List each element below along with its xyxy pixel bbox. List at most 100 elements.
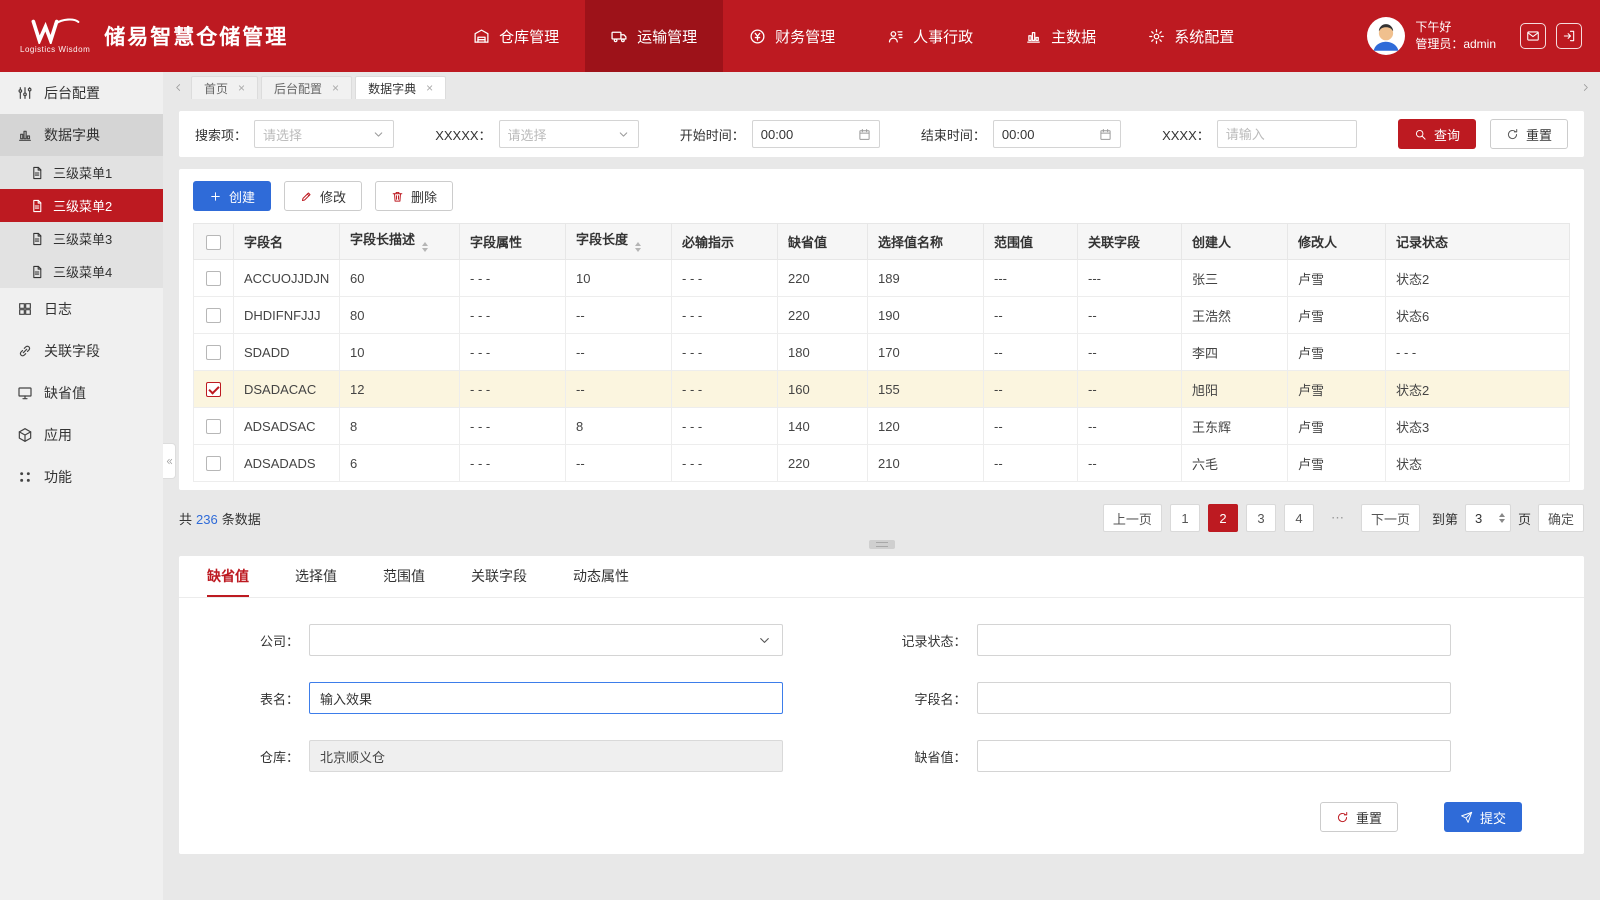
sidebar-item-submenu-4[interactable]: 三级菜单4	[0, 255, 163, 288]
nav-item-system-config[interactable]: 系统配置	[1122, 0, 1260, 72]
goto-page-input[interactable]: 3	[1465, 504, 1511, 532]
logout-button[interactable]	[1556, 23, 1582, 49]
close-icon[interactable]: ×	[332, 81, 339, 95]
tab-home[interactable]: 首页 ×	[191, 76, 258, 99]
nav-item-finance[interactable]: 财务管理	[723, 0, 861, 72]
page-button-1[interactable]: 1	[1170, 504, 1200, 532]
row-checkbox[interactable]	[206, 456, 221, 471]
sidebar-item-submenu-2[interactable]: 三级菜单2	[0, 189, 163, 222]
close-icon[interactable]: ×	[426, 81, 433, 95]
column-header[interactable]: 必输指示	[672, 224, 778, 260]
tab-data-dictionary[interactable]: 数据字典 ×	[355, 76, 446, 99]
tab-backend-config[interactable]: 后台配置 ×	[261, 76, 352, 99]
column-header[interactable]: 创建人	[1182, 224, 1288, 260]
select-all-checkbox[interactable]	[206, 235, 221, 250]
sidebar-collapse-button[interactable]	[163, 443, 176, 479]
page-button-⋯[interactable]: ⋯	[1322, 504, 1353, 532]
sidebar: 后台配置 数据字典 三级菜单1 三级菜单2 三级菜单3 三级菜单4 日志 关联字…	[0, 72, 163, 900]
column-header[interactable]: 选择值名称	[868, 224, 984, 260]
field-name-input[interactable]	[977, 682, 1451, 714]
tabs-scroll-left[interactable]	[169, 76, 187, 99]
column-header[interactable]: 字段名	[234, 224, 340, 260]
nav-item-hr[interactable]: 人事行政	[861, 0, 999, 72]
spinner-carets-icon[interactable]	[1499, 510, 1505, 526]
calendar-icon[interactable]	[858, 128, 871, 141]
row-checkbox[interactable]	[206, 308, 221, 323]
sidebar-item-submenu-3[interactable]: 三级菜单3	[0, 222, 163, 255]
column-header[interactable]: 记录状态	[1386, 224, 1570, 260]
page-button-3[interactable]: 3	[1246, 504, 1276, 532]
edit-button[interactable]: 修改	[284, 181, 362, 211]
form-reset-button[interactable]: 重置	[1320, 802, 1398, 832]
create-button[interactable]: 创建	[193, 181, 271, 211]
sidebar-item-data-dictionary[interactable]: 数据字典	[0, 114, 163, 156]
doc-icon	[30, 232, 44, 246]
sidebar-item-apps[interactable]: 应用	[0, 414, 163, 456]
calendar-icon[interactable]	[1099, 128, 1112, 141]
row-checkbox-cell	[194, 297, 234, 334]
company-select[interactable]	[309, 624, 783, 656]
table-row[interactable]: DSADACAC12- - ---- - -160155----旭阳卢雪状态2	[194, 371, 1570, 408]
detail-tab-select-value[interactable]: 选择值	[295, 556, 337, 597]
record-status-input[interactable]	[977, 624, 1451, 656]
sidebar-item-submenu-1[interactable]: 三级菜单1	[0, 156, 163, 189]
mail-button[interactable]	[1520, 23, 1546, 49]
xxxx-input[interactable]	[1217, 120, 1357, 148]
row-checkbox[interactable]	[206, 419, 221, 434]
start-time-input[interactable]: 00:00	[752, 120, 880, 148]
detail-tab-range-value[interactable]: 范围值	[383, 556, 425, 597]
next-page-button[interactable]: 下一页	[1361, 504, 1420, 532]
sidebar-item-backend-config[interactable]: 后台配置	[0, 72, 163, 114]
nav-item-master-data[interactable]: 主数据	[999, 0, 1122, 72]
table-cell: 189	[868, 260, 984, 297]
filter-reset-button[interactable]: 重置	[1490, 119, 1568, 149]
table-row[interactable]: ADSADSAC8- - -8- - -140120----王东辉卢雪状态3	[194, 408, 1570, 445]
query-button[interactable]: 查询	[1398, 119, 1476, 149]
sort-icon[interactable]	[635, 239, 641, 255]
doc-icon	[30, 265, 44, 279]
table-row[interactable]: DHDIFNFJJJ80- - ---- - -220190----王浩然卢雪状…	[194, 297, 1570, 334]
table-row[interactable]: ADSADADS6- - ---- - -220210----六毛卢雪状态	[194, 445, 1570, 482]
page-button-4[interactable]: 4	[1284, 504, 1314, 532]
warehouse-input[interactable]	[309, 740, 783, 772]
row-checkbox[interactable]	[206, 271, 221, 286]
page-button-2[interactable]: 2	[1208, 504, 1238, 532]
nav-item-warehouse[interactable]: 仓库管理	[447, 0, 585, 72]
detail-tab-related-field[interactable]: 关联字段	[471, 556, 527, 597]
avatar[interactable]	[1367, 17, 1405, 55]
sidebar-item-logs[interactable]: 日志	[0, 288, 163, 330]
end-time-input[interactable]: 00:00	[993, 120, 1121, 148]
column-header[interactable]: 字段长描述	[340, 224, 460, 260]
sidebar-item-default-values[interactable]: 缺省值	[0, 372, 163, 414]
sidebar-item-related-fields[interactable]: 关联字段	[0, 330, 163, 372]
column-header[interactable]: 字段属性	[460, 224, 566, 260]
column-header[interactable]: 关联字段	[1078, 224, 1182, 260]
prev-page-button[interactable]: 上一页	[1103, 504, 1162, 532]
xxxxx-select[interactable]: 请选择	[499, 120, 639, 148]
confirm-page-button[interactable]: 确定	[1538, 504, 1584, 532]
close-icon[interactable]: ×	[238, 81, 245, 95]
column-header[interactable]: 范围值	[984, 224, 1078, 260]
delete-button[interactable]: 删除	[375, 181, 453, 211]
nav-item-label: 运输管理	[637, 26, 697, 47]
tabs-scroll-right[interactable]	[1576, 76, 1594, 99]
table-cell: 6	[340, 445, 460, 482]
column-header[interactable]: 修改人	[1288, 224, 1386, 260]
row-checkbox[interactable]	[206, 382, 221, 397]
table-row[interactable]: ACCUOJJDJN60- - -10- - -220189------张三卢雪…	[194, 260, 1570, 297]
detail-tab-dynamic-attr[interactable]: 动态属性	[573, 556, 629, 597]
sort-icon[interactable]	[422, 239, 428, 255]
detail-tab-default-value[interactable]: 缺省值	[207, 556, 249, 597]
column-header[interactable]: 缺省值	[778, 224, 868, 260]
default-value-input[interactable]	[977, 740, 1451, 772]
row-checkbox[interactable]	[206, 345, 221, 360]
table-row[interactable]: SDADD10- - ---- - -180170----李四卢雪- - -	[194, 334, 1570, 371]
table-name-input[interactable]	[309, 682, 783, 714]
sidebar-item-functions[interactable]: 功能	[0, 456, 163, 498]
search-select[interactable]: 请选择	[254, 120, 394, 148]
nav-item-transport[interactable]: 运输管理	[585, 0, 723, 72]
column-header[interactable]: 字段长度	[566, 224, 672, 260]
table-cell: 卢雪	[1288, 408, 1386, 445]
form-submit-button[interactable]: 提交	[1444, 802, 1522, 832]
split-drag-handle[interactable]	[869, 540, 895, 549]
